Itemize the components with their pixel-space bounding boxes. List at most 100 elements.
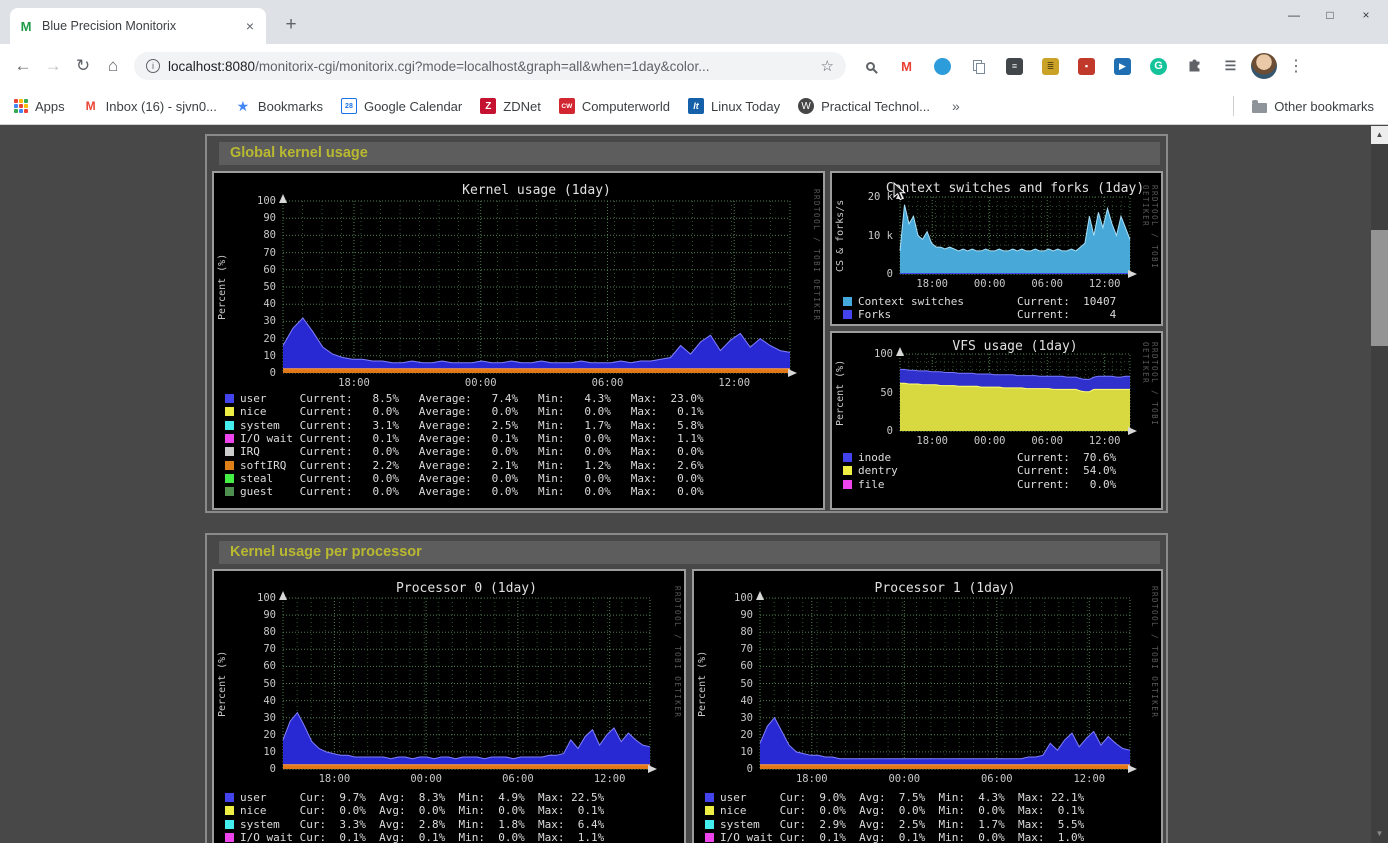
vfs-usage-graph[interactable]: VFS usage (1day)RRDTOOL / TOBI OETIKERPe… [830, 331, 1163, 510]
legend-swatch [225, 461, 234, 470]
processor-1-graph[interactable]: Processor 1 (1day)RRDTOOL / TOBI OETIKER… [692, 569, 1163, 843]
legend-swatch [705, 833, 714, 842]
y-tick-label: 60 [214, 660, 276, 672]
browser-menu-icon[interactable]: ⋮ [1283, 56, 1309, 76]
close-button[interactable]: × [1348, 2, 1384, 28]
y-tick-label: 0 [832, 268, 893, 280]
bookmark-label: ZDNet [503, 99, 541, 114]
legend-text: softIRQ Current: 2.2% Average: 2.1% Min:… [240, 459, 704, 472]
monitorix-favicon-icon: M [18, 18, 34, 34]
legend-row-irq: IRQ Current: 0.0% Average: 0.0% Min: 0.0… [225, 445, 704, 458]
url-bar[interactable]: i localhost:8080/monitorix-cgi/monitorix… [134, 52, 846, 80]
reload-button[interactable]: ↻ [68, 51, 98, 81]
y-tick-label: 100 [214, 195, 276, 207]
y-tick-label: 50 [694, 678, 753, 690]
y-tick-label: 10 [214, 350, 276, 362]
y-tick-label: 40 [214, 298, 276, 310]
camera-extension-icon[interactable]: ▶ [1114, 58, 1131, 75]
legend-row-system: system Cur: 2.9% Avg: 2.5% Min: 1.7% Max… [705, 818, 1084, 831]
bookmarks-divider [1233, 96, 1234, 116]
contact-extension-icon[interactable] [934, 58, 951, 75]
section-kernel-usage-per-processor: Kernel usage per processor Processor 0 (… [205, 533, 1168, 843]
bookmark-practical-technol[interactable]: WPractical Technol... [798, 98, 930, 114]
rrdtool-watermark: RRDTOOL / TOBI OETIKER [1150, 586, 1159, 787]
bookmark-google-calendar[interactable]: 28Google Calendar [341, 98, 462, 114]
window-controls: — □ × [1276, 2, 1384, 28]
browser-tab[interactable]: M Blue Precision Monitorix × [10, 8, 266, 44]
briefcase-extension-icon[interactable]: ▪ [1078, 58, 1095, 75]
grammarly-extension-icon[interactable]: G [1150, 58, 1167, 75]
bookmark-label: Practical Technol... [821, 99, 930, 114]
home-button[interactable]: ⌂ [98, 51, 128, 81]
processor-0-graph[interactable]: Processor 0 (1day)RRDTOOL / TOBI OETIKER… [212, 569, 686, 843]
page-scrollbar[interactable]: ▲ ▼ [1371, 126, 1388, 843]
bookmark-this-star-icon[interactable]: ☆ [821, 57, 834, 75]
bookmark-apps[interactable]: Apps [14, 99, 65, 114]
bookmark-inbox-16-sjvn0[interactable]: MInbox (16) - sjvn0... [83, 98, 217, 114]
maximize-button[interactable]: □ [1312, 2, 1348, 28]
tab-title: Blue Precision Monitorix [42, 19, 234, 33]
url-path: /monitorix-cgi/monitorix.cgi?mode=localh… [255, 59, 709, 74]
forward-button[interactable]: → [38, 51, 68, 81]
legend-swatch [225, 820, 234, 829]
copy-extension-icon[interactable] [970, 58, 987, 75]
y-tick-label: 100 [694, 592, 753, 604]
y-tick-label: 50 [214, 678, 276, 690]
section-title: Global kernel usage [219, 142, 1160, 165]
y-tick-label: 90 [214, 609, 276, 621]
scrollbar-down-icon[interactable]: ▼ [1371, 825, 1388, 843]
legend-swatch [843, 466, 852, 475]
monitorix-page: Global kernel usage Kernel usage (1day)R… [0, 126, 1388, 843]
legend-text: nice Cur: 0.0% Avg: 0.0% Min: 0.0% Max: … [720, 804, 1084, 817]
other-bookmarks-label: Other bookmarks [1274, 99, 1374, 114]
reading-list-icon[interactable]: ☰ [1222, 58, 1239, 75]
bookmark-label: Apps [35, 99, 65, 114]
legend-text: user Cur: 9.7% Avg: 8.3% Min: 4.9% Max: … [240, 791, 604, 804]
y-tick-label: 20 [694, 729, 753, 741]
tab-close-icon[interactable]: × [242, 18, 258, 34]
scrollbar-up-icon[interactable]: ▲ [1371, 126, 1388, 144]
search-extension-icon[interactable] [862, 58, 879, 75]
page-info-icon[interactable]: i [146, 59, 160, 73]
profile-avatar[interactable] [1251, 53, 1277, 79]
extensions-puzzle-icon[interactable] [1186, 58, 1203, 75]
new-tab-button[interactable]: + [278, 14, 304, 36]
kernel-usage-graph[interactable]: Kernel usage (1day)RRDTOOL / TOBI OETIKE… [212, 171, 825, 510]
y-tick-label: 90 [214, 212, 276, 224]
back-button[interactable]: ← [8, 51, 38, 81]
y-tick-label: 70 [214, 247, 276, 259]
legend-row-i-o-wait: I/O wait Cur: 0.1% Avg: 0.1% Min: 0.0% M… [705, 831, 1084, 843]
extensions-row: M ≡ ≣ ▪ ▶ G ☰ [862, 58, 1239, 75]
context-switches-graph[interactable]: Context switches and forks (1day)RRDTOOL… [830, 171, 1163, 326]
zdnet-icon: Z [480, 98, 496, 114]
bookmark-computerworld[interactable]: CWComputerworld [559, 98, 670, 114]
y-tick-label: 40 [694, 695, 753, 707]
legend-row-nice: nice Cur: 0.0% Avg: 0.0% Min: 0.0% Max: … [705, 804, 1084, 817]
database-extension-icon[interactable]: ≣ [1042, 58, 1059, 75]
gmail-icon: M [83, 98, 99, 114]
legend-text: Forks Current: 4 [858, 308, 1116, 321]
legend-row-forks: Forks Current: 4 [843, 308, 1116, 321]
legend-swatch [225, 833, 234, 842]
legend-swatch [225, 474, 234, 483]
legend-row-dentry: dentry Current: 54.0% [843, 464, 1116, 477]
legend-swatch [705, 820, 714, 829]
legend-text: nice Cur: 0.0% Avg: 0.0% Min: 0.0% Max: … [240, 804, 604, 817]
bookmark-linux-today[interactable]: ltLinux Today [688, 98, 780, 114]
legend-row-user: user Cur: 9.0% Avg: 7.5% Min: 4.3% Max: … [705, 791, 1084, 804]
legend-row-user: user Cur: 9.7% Avg: 8.3% Min: 4.9% Max: … [225, 791, 604, 804]
minimize-button[interactable]: — [1276, 2, 1312, 28]
bookmark-zdnet[interactable]: Z ZDNet [480, 98, 541, 114]
legend-text: guest Current: 0.0% Average: 0.0% Min: 0… [240, 485, 704, 498]
section-global-kernel-usage: Global kernel usage Kernel usage (1day)R… [205, 134, 1168, 513]
tab-strip: M Blue Precision Monitorix × + — □ × [0, 0, 1388, 44]
legend-text: inode Current: 70.6% [858, 451, 1116, 464]
other-bookmarks-folder[interactable]: Other bookmarks [1252, 99, 1374, 114]
scrollbar-thumb[interactable] [1371, 230, 1388, 346]
bookmark-bookmarks[interactable]: ★Bookmarks [235, 98, 323, 114]
plot-area [751, 589, 1139, 778]
y-tick-label: 10 [214, 746, 276, 758]
bookmarks-overflow-chevron-icon[interactable]: » [952, 98, 960, 114]
gmail-extension-icon[interactable]: M [898, 58, 915, 75]
notes-extension-icon[interactable]: ≡ [1006, 58, 1023, 75]
